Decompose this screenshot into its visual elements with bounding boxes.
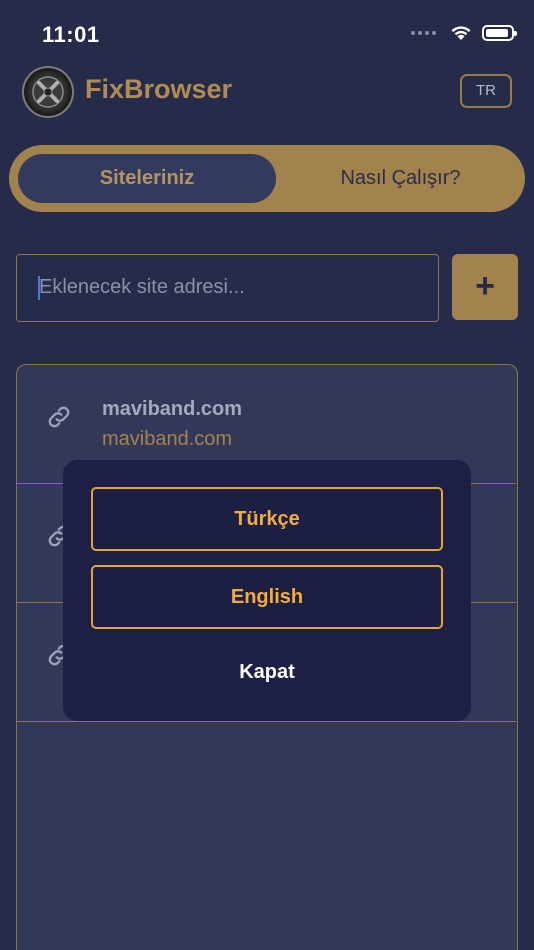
close-modal-button[interactable]: Kapat	[63, 656, 471, 688]
language-button[interactable]: TR	[460, 74, 512, 108]
site-url-input[interactable]: Eklenecek site adresi...	[16, 254, 439, 322]
add-site-button[interactable]: +	[452, 254, 518, 320]
status-time: 11:01	[42, 22, 100, 47]
status-bar: 11:01	[0, 0, 534, 70]
app-logo	[22, 66, 74, 118]
tab-siteleriniz[interactable]: Siteleriniz	[18, 154, 276, 203]
battery-icon	[482, 24, 517, 41]
wifi-icon	[451, 26, 471, 40]
tab-bar: Siteleriniz Nasıl Çalışır?	[9, 145, 525, 212]
app-title: FixBrowser	[85, 74, 233, 104]
link-icon	[48, 406, 70, 428]
site-url: maviband.com	[102, 428, 233, 450]
text-cursor	[38, 276, 40, 300]
app-header: FixBrowser TR	[22, 66, 512, 118]
language-modal: Türkçe English Kapat	[63, 460, 471, 721]
language-option-english[interactable]: English	[91, 565, 443, 629]
add-site-row: Eklenecek site adresi... +	[16, 254, 518, 322]
status-icons	[411, 24, 517, 41]
site-name: maviband.com	[102, 398, 243, 420]
signal-dots-icon	[411, 30, 436, 35]
language-option-turkce[interactable]: Türkçe	[91, 487, 443, 551]
tab-nasil-calisir[interactable]: Nasıl Çalışır?	[276, 154, 525, 203]
